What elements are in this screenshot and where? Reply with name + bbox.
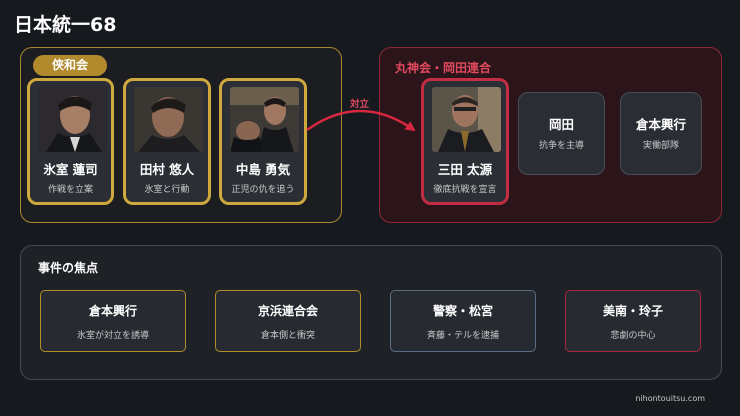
event-name: 倉本興行 [88, 304, 137, 318]
footer-credit: nihontouitsu.com [635, 394, 705, 403]
event-name: 美南・玲子 [602, 304, 663, 318]
conflict-arrow [306, 109, 416, 132]
event-desc: 氷室が対立を誘導 [76, 331, 149, 341]
event-desc: 倉本側と衝突 [260, 331, 315, 341]
event-card-keihin[interactable]: 京浜連合会 倉本側と衝突 [215, 290, 361, 352]
event-desc: 斉藤・テルを逮捕 [426, 331, 499, 341]
event-desc: 悲劇の中心 [610, 331, 656, 341]
event-name: 京浜連合会 [257, 304, 318, 318]
event-card-minami[interactable]: 美南・玲子 悲劇の中心 [565, 290, 701, 352]
event-card-police[interactable]: 警察・松宮 斉藤・テルを逮捕 [390, 290, 536, 352]
event-name: 警察・松宮 [432, 304, 493, 318]
event-card-kuramoto[interactable]: 倉本興行 氷室が対立を誘導 [40, 290, 186, 352]
events-title: 事件の焦点 [38, 261, 99, 275]
